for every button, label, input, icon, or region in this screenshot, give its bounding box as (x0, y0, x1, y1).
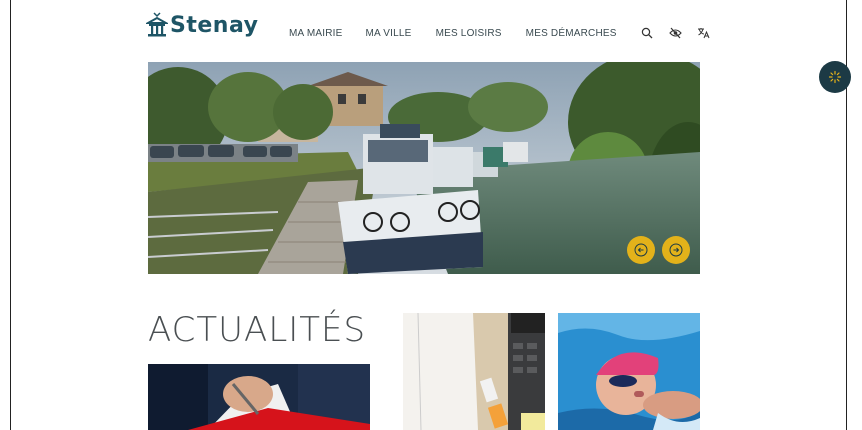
canal-boats-photo (148, 62, 700, 274)
news-card[interactable] (403, 313, 545, 430)
ribbon-cutting-photo (148, 364, 370, 430)
news-title: ACTUALITÉS (148, 310, 367, 350)
sparkle-icon (828, 70, 842, 84)
hero-carousel[interactable] (148, 62, 700, 274)
swimmer-photo (558, 313, 700, 430)
nav-item-ma-mairie[interactable]: MA MAIRIE (289, 28, 342, 39)
eye-off-icon[interactable] (668, 26, 682, 40)
news-card[interactable] (148, 364, 370, 430)
nav-item-ma-ville[interactable]: MA VILLE (365, 28, 411, 39)
town-hall-icon (146, 12, 168, 37)
notebook-laptop-photo (403, 313, 545, 430)
carousel-prev-button[interactable] (627, 236, 655, 264)
news-card[interactable] (558, 313, 700, 430)
translate-icon[interactable] (696, 26, 710, 40)
logo-text: Stenay (170, 13, 259, 38)
site-header: Stenay MA MAIRIE MA VILLE MES LOISIRS ME… (0, 0, 862, 60)
search-icon[interactable] (640, 26, 654, 40)
main-nav: MA MAIRIE MA VILLE MES LOISIRS MES DÉMAR… (289, 28, 641, 39)
nav-item-mes-demarches[interactable]: MES DÉMARCHES (526, 28, 617, 39)
arrow-right-icon (669, 243, 683, 257)
carousel-next-button[interactable] (662, 236, 690, 264)
arrow-left-icon (634, 243, 648, 257)
nav-item-mes-loisirs[interactable]: MES LOISIRS (436, 28, 502, 39)
logo[interactable]: Stenay (146, 12, 258, 38)
header-tools (640, 26, 710, 40)
accessibility-button[interactable] (819, 61, 851, 93)
